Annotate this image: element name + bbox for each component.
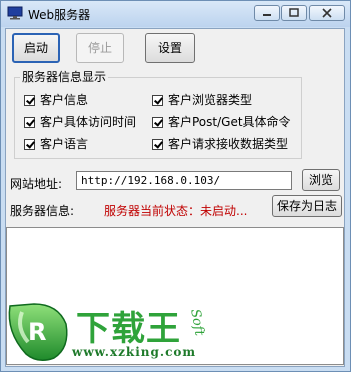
checkbox-box[interactable]: [24, 95, 35, 106]
server-info-label: 服务器信息:: [10, 204, 75, 218]
settings-button[interactable]: 设置: [145, 33, 195, 63]
checkbox-client-language[interactable]: 客户语言: [24, 135, 88, 152]
info-group-caption: 服务器信息显示: [20, 68, 109, 85]
server-status-text: 服务器当前状态：未启动...: [104, 204, 248, 218]
checkbox-box[interactable]: [152, 95, 163, 106]
address-label: 网站地址:: [10, 177, 63, 191]
checkbox-box[interactable]: [24, 139, 35, 150]
checkbox-accept-type[interactable]: 客户请求接收数据类型: [152, 135, 288, 152]
maximize-button[interactable]: [281, 5, 307, 21]
minimize-icon: [263, 14, 271, 16]
svg-text:R: R: [28, 318, 46, 346]
close-button[interactable]: [309, 5, 345, 21]
maximize-icon: [289, 8, 299, 17]
window-title: Web服务器: [28, 8, 91, 22]
watermark-url: www.xzking.com: [72, 345, 197, 359]
checkbox-box[interactable]: [152, 139, 163, 150]
minimize-button[interactable]: [254, 5, 280, 21]
checkbox-box[interactable]: [24, 117, 35, 128]
checkbox-box[interactable]: [152, 117, 163, 128]
checkbox-access-time[interactable]: 客户具体访问时间: [24, 113, 136, 130]
checkbox-post-get[interactable]: 客户Post/Get具体命令: [152, 113, 291, 130]
title-bar[interactable]: Web服务器: [1, 1, 350, 27]
browse-button[interactable]: 浏览: [302, 169, 340, 191]
monitor-icon: [7, 6, 23, 20]
watermark-logo-text: 下载王: [76, 309, 181, 349]
start-button[interactable]: 启动: [12, 33, 60, 63]
url-input[interactable]: http://192.168.0.103/: [76, 171, 292, 190]
save-log-button[interactable]: 保存为日志: [272, 195, 342, 217]
close-icon: [322, 8, 332, 18]
checkbox-browser-type[interactable]: 客户浏览器类型: [152, 91, 252, 108]
checkbox-client-info[interactable]: 客户信息: [24, 91, 88, 108]
stop-button[interactable]: 停止: [76, 33, 124, 63]
